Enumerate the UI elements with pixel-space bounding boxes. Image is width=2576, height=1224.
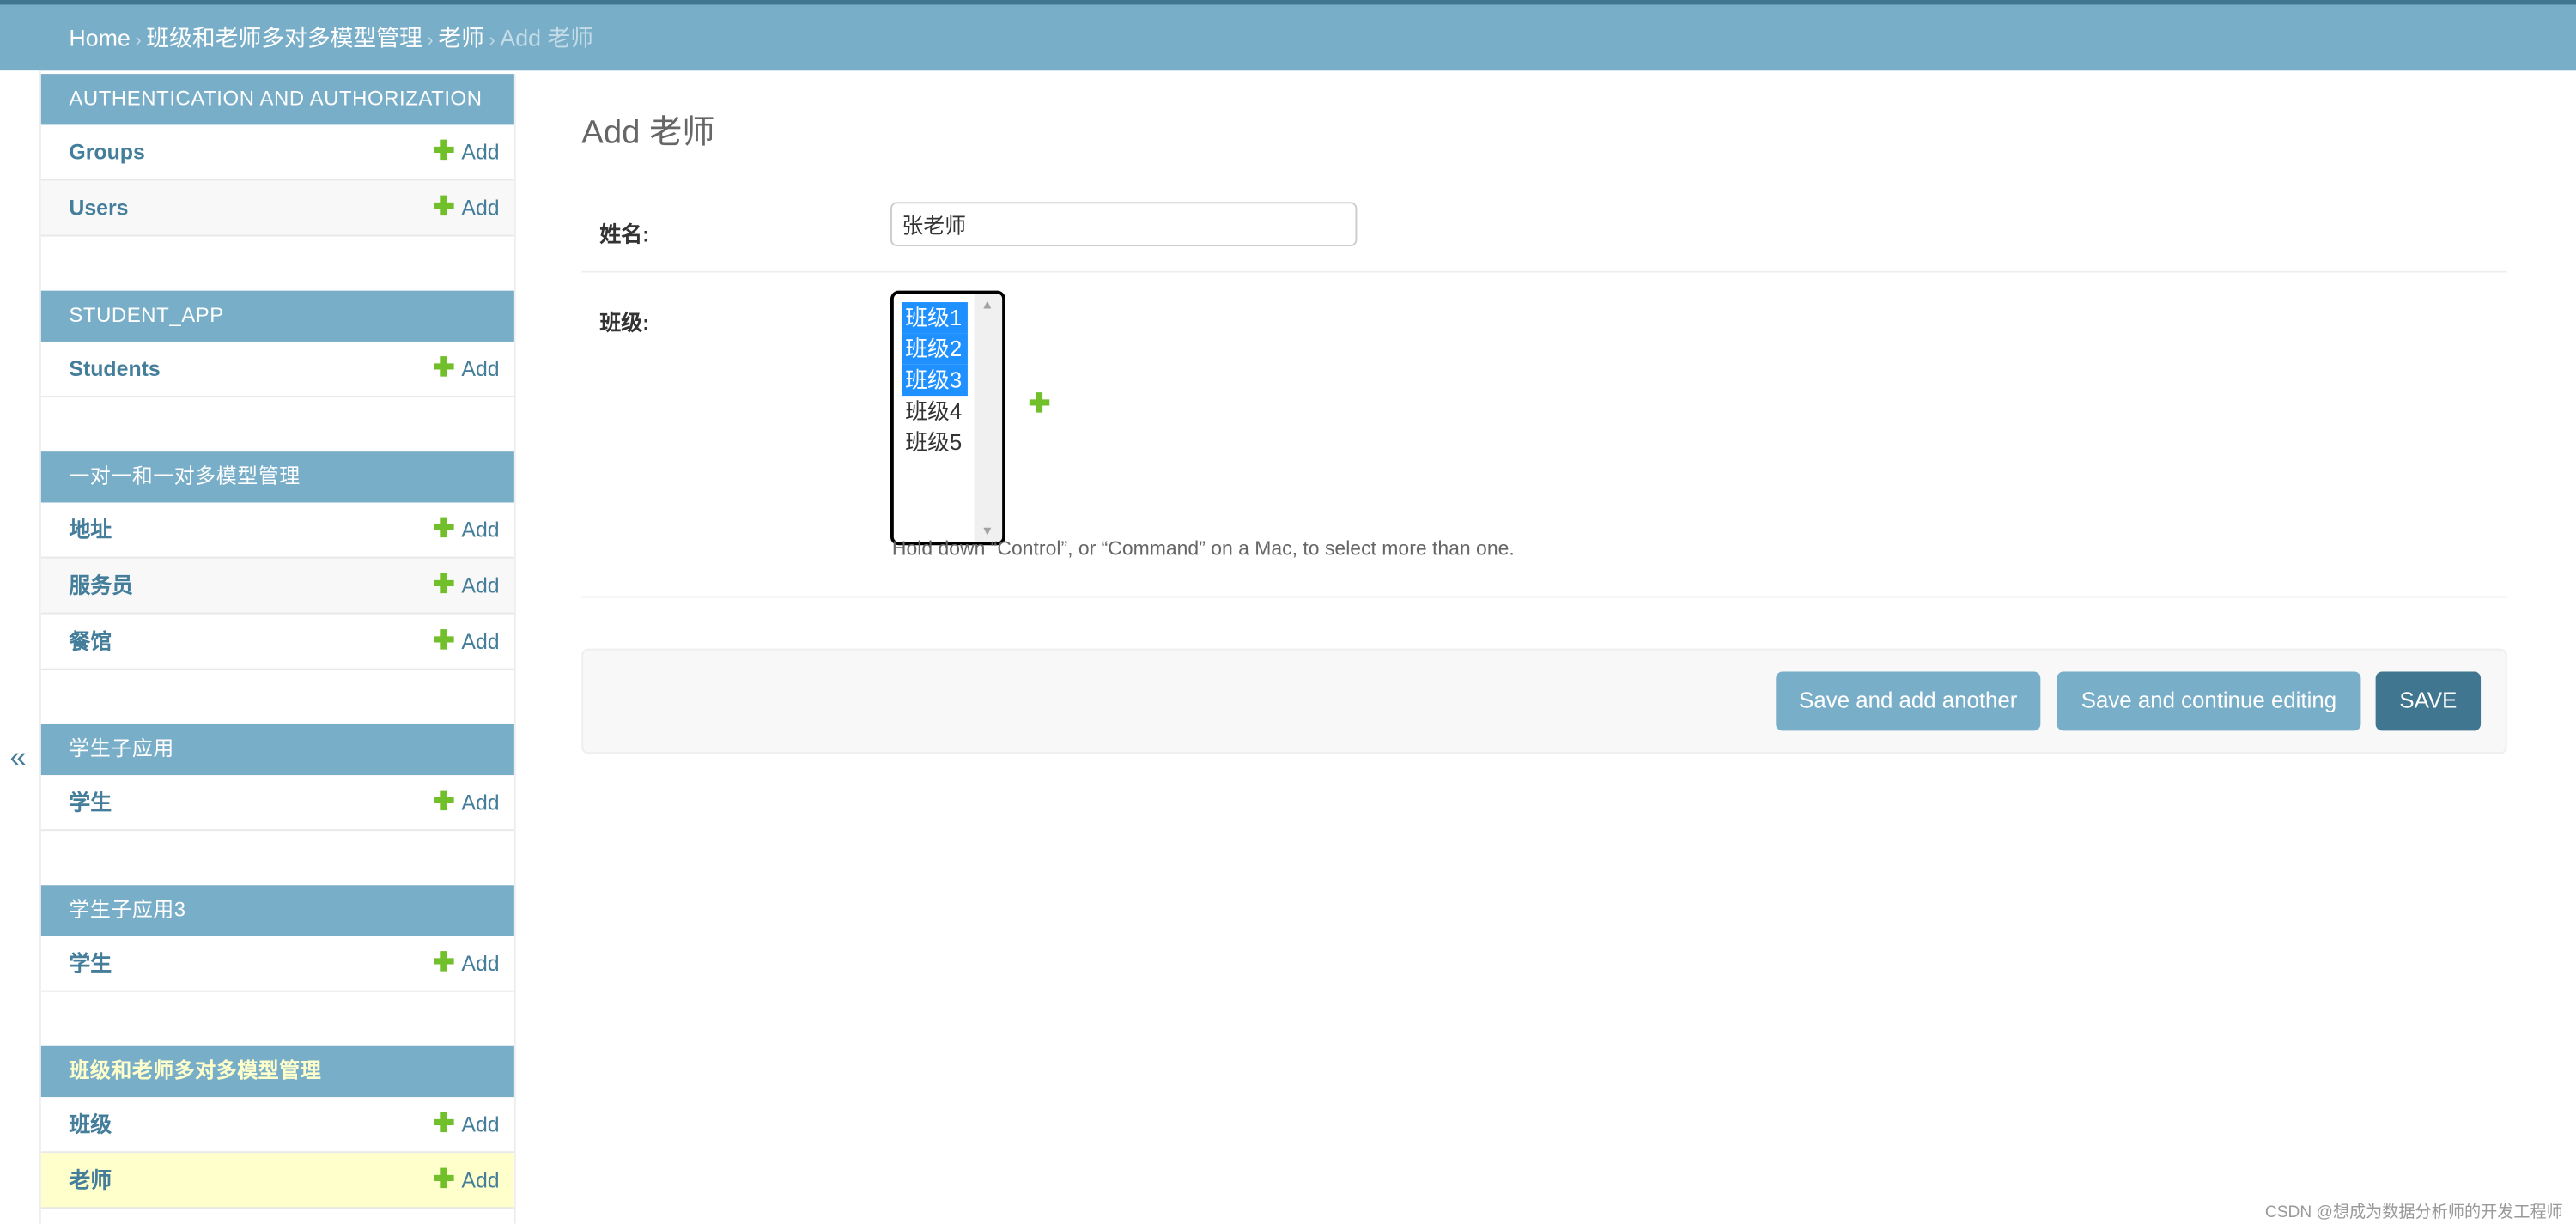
select-option[interactable]: 班级4: [902, 396, 968, 427]
add-link[interactable]: ✚ Add: [433, 342, 500, 396]
breadcrumb: Home › 班级和老师多对多模型管理 › 老师 › Add 老师: [69, 5, 593, 74]
sidebar-item: Groups ✚ Add: [40, 124, 514, 181]
add-label: Add: [461, 573, 500, 598]
add-related-plus-icon[interactable]: ✚: [1029, 388, 1051, 421]
breadcrumb-separator: ›: [489, 31, 495, 52]
add-link[interactable]: ✚ Add: [433, 559, 500, 613]
plus-icon: ✚: [433, 788, 455, 816]
sidebar-item-link[interactable]: 老师: [69, 1167, 112, 1192]
add-label: Add: [461, 139, 500, 165]
classes-label: 班级:: [599, 310, 650, 336]
sidebar-item-link[interactable]: 服务员: [69, 573, 133, 598]
add-link[interactable]: ✚ Add: [433, 1153, 500, 1207]
breadcrumb-model[interactable]: 老师: [438, 25, 484, 52]
breadcrumb-home[interactable]: Home: [69, 25, 130, 52]
add-link[interactable]: ✚ Add: [433, 180, 500, 234]
sidebar-item-link[interactable]: 班级: [69, 1112, 112, 1136]
plus-icon: ✚: [433, 948, 455, 978]
sidebar-toggle[interactable]: «: [0, 70, 41, 1224]
add-label: Add: [461, 1112, 500, 1137]
module-caption[interactable]: 一对一和一对多模型管理: [40, 451, 514, 503]
sidebar-module: 学生子应用3 学生 ✚ Add: [40, 885, 514, 992]
help-text: Hold down “Control”, or “Command” on a M…: [891, 536, 1515, 560]
sidebar-item: 老师 ✚ Add: [40, 1153, 514, 1209]
sidebar-module: 班级和老师多对多模型管理 班级 ✚ Add 老师 ✚ Add: [40, 1045, 514, 1209]
add-link[interactable]: ✚ Add: [433, 936, 500, 991]
add-link[interactable]: ✚ Add: [433, 1097, 500, 1151]
module-caption[interactable]: 学生子应用: [40, 724, 514, 776]
add-label: Add: [461, 790, 500, 815]
sidebar-item-link[interactable]: Groups: [69, 140, 144, 165]
breadcrumb-app[interactable]: 班级和老师多对多模型管理: [146, 25, 422, 52]
sidebar-item-link[interactable]: 地址: [69, 518, 112, 542]
module-caption[interactable]: STUDENT_APP: [40, 290, 514, 342]
module-caption[interactable]: 学生子应用3: [40, 885, 514, 936]
form-row-classes: 班级: 班级1 班级2 班级3 班级4 班级5 ▲ ▼ ✚ Hold down “Cont…: [581, 273, 2507, 598]
add-link[interactable]: ✚ Add: [433, 124, 500, 179]
add-label: Add: [461, 628, 500, 654]
sidebar-module: 一对一和一对多模型管理 地址 ✚ Add 服务员 ✚ Add 餐馆 ✚ Add: [40, 451, 514, 670]
sidebar-item-link[interactable]: Students: [69, 356, 160, 381]
select-option[interactable]: 班级2: [902, 333, 968, 365]
add-label: Add: [461, 1167, 500, 1193]
watermark: CSDN @想成为数据分析师的开发工程师: [2264, 1203, 2563, 1222]
add-label: Add: [461, 195, 500, 221]
name-label: 姓名:: [599, 221, 650, 246]
submit-row: Save and add another Save and continue e…: [581, 648, 2507, 754]
sidebar: AUTHENTICATION AND AUTHORIZATION Groups ✚ A…: [40, 74, 516, 1224]
name-input[interactable]: 张老师: [890, 202, 1358, 246]
sidebar-item: 地址 ✚ Add: [40, 502, 514, 559]
plus-icon: ✚: [433, 571, 455, 600]
page-title: Add 老师: [581, 114, 715, 152]
breadcrumb-bar: Home › 班级和老师多对多模型管理 › 老师 › Add 老师: [0, 4, 2576, 74]
breadcrumb-current: Add 老师: [500, 24, 594, 52]
plus-icon: ✚: [433, 354, 455, 383]
sidebar-item-link[interactable]: 学生: [69, 951, 112, 976]
plus-icon: ✚: [433, 1110, 455, 1138]
sidebar-item: 餐馆 ✚ Add: [40, 615, 514, 670]
save-and-add-another-button[interactable]: Save and add another: [1776, 671, 2041, 731]
sidebar-item: Students ✚ Add: [40, 342, 514, 398]
sidebar-item: 班级 ✚ Add: [40, 1097, 514, 1154]
sidebar-module: AUTHENTICATION AND AUTHORIZATION Groups ✚ A…: [40, 74, 514, 237]
breadcrumb-separator: ›: [427, 31, 434, 52]
plus-icon: ✚: [433, 193, 455, 222]
sidebar-item: Users ✚ Add: [40, 180, 514, 237]
select-option[interactable]: 班级3: [902, 364, 968, 397]
save-and-continue-button[interactable]: Save and continue editing: [2057, 671, 2361, 731]
select-option[interactable]: 班级1: [902, 302, 968, 334]
save-button[interactable]: SAVE: [2375, 671, 2482, 731]
plus-icon: ✚: [433, 627, 455, 656]
sidebar-item: 学生 ✚ Add: [40, 936, 514, 992]
select-option[interactable]: 班级5: [902, 427, 968, 457]
collapse-icon[interactable]: «: [9, 741, 26, 775]
module-caption[interactable]: 班级和老师多对多模型管理: [40, 1045, 514, 1098]
sidebar-item-link[interactable]: Users: [69, 196, 128, 221]
sidebar-module: STUDENT_APP Students ✚ Add: [40, 290, 514, 398]
add-label: Add: [461, 517, 500, 542]
sidebar-item-link[interactable]: 餐馆: [69, 629, 112, 654]
sidebar-item-link[interactable]: 学生: [69, 790, 112, 815]
add-link[interactable]: ✚ Add: [433, 615, 500, 669]
add-link[interactable]: ✚ Add: [433, 775, 500, 829]
breadcrumb-separator: ›: [135, 31, 142, 52]
plus-icon: ✚: [433, 137, 455, 167]
scroll-up-icon[interactable]: ▲: [981, 297, 993, 312]
add-label: Add: [461, 950, 500, 976]
classes-multiselect[interactable]: 班级1 班级2 班级3 班级4 班级5 ▲ ▼: [890, 290, 1005, 546]
sidebar-item: 学生 ✚ Add: [40, 775, 514, 832]
sidebar-module: 学生子应用学生 ✚ Add: [40, 724, 514, 832]
add-label: Add: [461, 356, 500, 381]
plus-icon: ✚: [433, 1166, 455, 1194]
module-caption[interactable]: AUTHENTICATION AND AUTHORIZATION: [40, 74, 514, 125]
form-row-name: 姓名: 张老师: [581, 180, 2507, 273]
sidebar-item: 服务员 ✚ Add: [40, 558, 514, 615]
add-link[interactable]: ✚ Add: [433, 502, 500, 556]
scrollbar[interactable]: ▲ ▼: [974, 294, 1003, 542]
plus-icon: ✚: [433, 515, 455, 544]
